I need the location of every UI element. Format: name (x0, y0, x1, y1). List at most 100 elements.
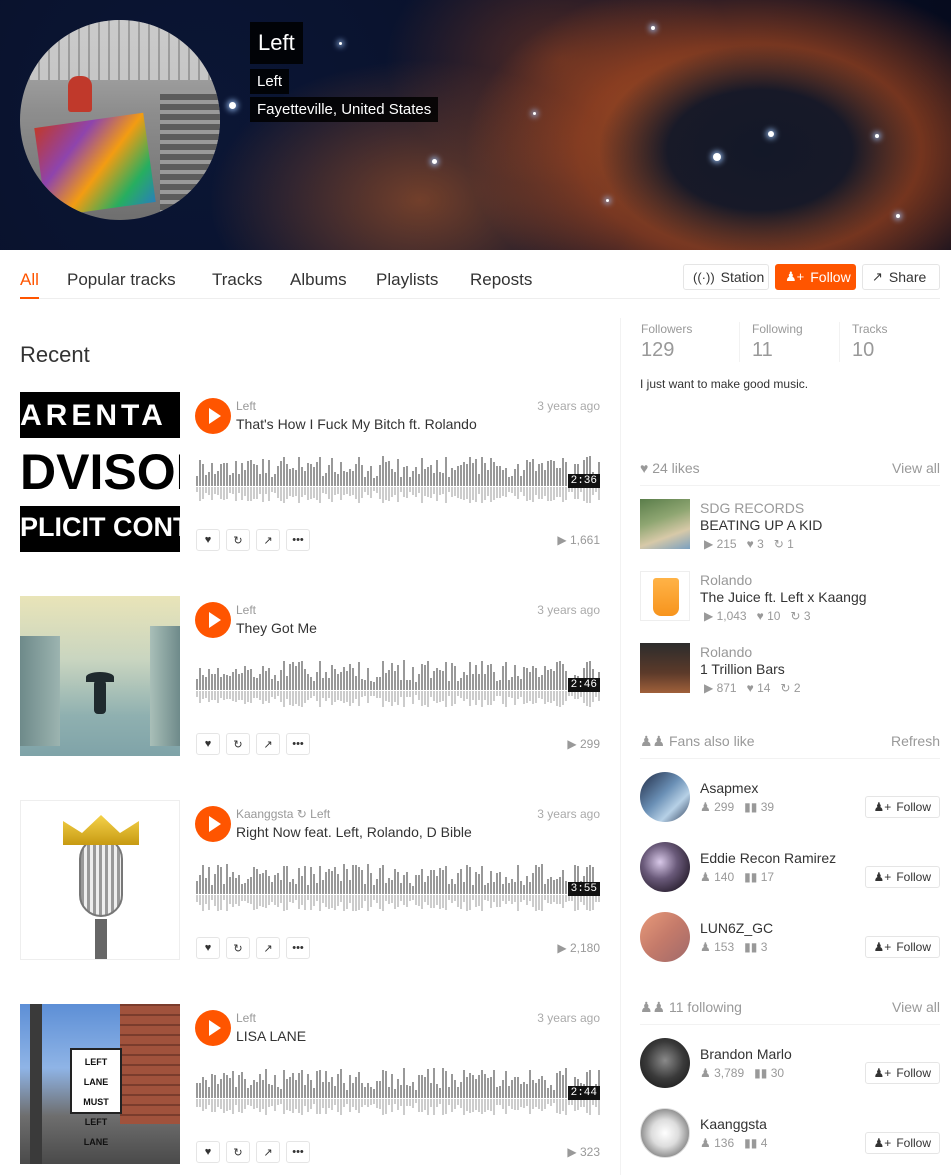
play-button[interactable] (195, 1010, 231, 1046)
follow-user-button[interactable]: ♟+ Follow (864, 1132, 940, 1154)
avatar[interactable] (640, 912, 690, 962)
follow-user-button[interactable]: ♟+ Follow (864, 796, 940, 818)
play-button[interactable] (195, 806, 231, 842)
more-button[interactable]: ••• (286, 937, 310, 959)
followed-user[interactable]: Brandon Marlo ♟ 3,789 ▮▮ 30 ♟+ Follow (640, 1038, 940, 1090)
liked-track[interactable]: SDG RECORDS BEATING UP A KID ▶ 215 ♥ 3 ↻… (640, 499, 940, 551)
play-button[interactable] (195, 398, 231, 434)
waveform[interactable]: 3:55 (196, 860, 600, 912)
track-title[interactable]: Right Now feat. Left, Rolando, D Bible (236, 824, 472, 840)
follow-user-button[interactable]: ♟+ Follow (864, 1062, 940, 1084)
suggested-user[interactable]: LUN6Z_GC ♟ 153 ▮▮ 3 ♟+ Follow (640, 912, 940, 964)
waveform[interactable]: 2:46 (196, 656, 600, 708)
tab-albums[interactable]: Albums (290, 270, 347, 299)
more-button[interactable]: ••• (286, 529, 310, 551)
liked-track-artwork[interactable] (640, 571, 690, 621)
share-track-button[interactable]: ↗ (256, 1141, 280, 1163)
waveform-bar (385, 882, 387, 894)
repost-button[interactable]: ↻ (226, 937, 250, 959)
liked-track-user[interactable]: SDG RECORDS (700, 500, 804, 516)
follow-user-button[interactable]: ♟+ Follow (864, 866, 940, 888)
track-artwork[interactable] (20, 596, 180, 756)
likes-view-all[interactable]: View all (892, 460, 940, 476)
liked-track-artwork[interactable] (640, 643, 690, 693)
user-name[interactable]: Kaanggsta (700, 1116, 767, 1132)
waveform-bar (409, 1085, 411, 1098)
tab-reposts[interactable]: Reposts (470, 270, 532, 299)
suggested-user[interactable]: Eddie Recon Ramirez ♟ 140 ▮▮ 17 ♟+ Follow (640, 842, 940, 894)
track-title[interactable]: They Got Me (236, 620, 317, 636)
waveform-bar (313, 1088, 315, 1098)
repost-button[interactable]: ↻ (226, 529, 250, 551)
liked-track[interactable]: Rolando The Juice ft. Left x Kaangg ▶ 1,… (640, 571, 940, 623)
star-decoration (768, 131, 774, 137)
waveform-bar (508, 691, 510, 697)
waveform-bar (514, 1099, 516, 1111)
repost-button[interactable]: ↻ (226, 1141, 250, 1163)
track-user[interactable]: Left (236, 603, 256, 617)
stat-following[interactable]: Following 11 (752, 322, 803, 364)
fans-refresh[interactable]: Refresh (891, 733, 940, 749)
suggested-user[interactable]: Asapmex ♟ 299 ▮▮ 39 ♟+ Follow (640, 772, 940, 824)
waveform[interactable]: 2:36 (196, 452, 600, 504)
repost-button[interactable]: ↻ (226, 733, 250, 755)
follow-button[interactable]: ♟+ Follow (775, 264, 856, 290)
track-title[interactable]: That's How I Fuck My Bitch ft. Rolando (236, 416, 477, 432)
waveform-bar (562, 895, 564, 909)
like-button[interactable]: ♥ (196, 937, 220, 959)
followed-user[interactable]: Kaanggsta ♟ 136 ▮▮ 4 ♟+ Follow (640, 1108, 940, 1160)
track-title[interactable]: LISA LANE (236, 1028, 306, 1044)
share-button[interactable]: ↗ Share (862, 264, 940, 290)
tab-popular-tracks[interactable]: Popular tracks (67, 270, 176, 299)
user-name[interactable]: Asapmex (700, 780, 758, 796)
like-button[interactable]: ♥ (196, 1141, 220, 1163)
avatar[interactable] (640, 1108, 690, 1158)
waveform-bar (367, 691, 369, 704)
user-name[interactable]: Eddie Recon Ramirez (700, 850, 836, 866)
tab-all[interactable]: All (20, 270, 39, 299)
like-button[interactable]: ♥ (196, 529, 220, 551)
liked-track-title[interactable]: BEATING UP A KID (700, 517, 822, 533)
track-artwork[interactable]: ARENTA DVISOR PLICIT CONTE (20, 392, 180, 552)
track-artwork[interactable] (20, 800, 180, 960)
user-name[interactable]: LUN6Z_GC (700, 920, 773, 936)
profile-avatar[interactable] (20, 20, 220, 220)
liked-track[interactable]: Rolando 1 Trillion Bars ▶ 871 ♥ 14 ↻ 2 (640, 643, 940, 695)
waveform-bar (451, 895, 453, 904)
liked-track-title[interactable]: 1 Trillion Bars (700, 661, 785, 677)
stat-tracks[interactable]: Tracks 10 (852, 322, 888, 364)
track-user[interactable]: Left (236, 1011, 256, 1025)
liked-track-user[interactable]: Rolando (700, 644, 752, 660)
follow-user-button[interactable]: ♟+ Follow (864, 936, 940, 958)
share-track-button[interactable]: ↗ (256, 937, 280, 959)
waveform[interactable]: 2:44 (196, 1064, 600, 1116)
track-user[interactable]: Left (236, 399, 256, 413)
stat-followers[interactable]: Followers 129 (641, 322, 692, 364)
waveform-bar (238, 895, 240, 906)
share-track-button[interactable]: ↗ (256, 733, 280, 755)
waveform-bar (493, 487, 495, 501)
waveform-bar (253, 464, 255, 486)
share-track-button[interactable]: ↗ (256, 529, 280, 551)
liked-track-user[interactable]: Rolando (700, 572, 752, 588)
more-button[interactable]: ••• (286, 1141, 310, 1163)
like-button[interactable]: ♥ (196, 733, 220, 755)
waveform-bar (232, 672, 234, 690)
play-button[interactable] (195, 602, 231, 638)
following-view-all[interactable]: View all (892, 999, 940, 1015)
avatar[interactable] (640, 772, 690, 822)
waveform-bar (427, 691, 429, 708)
tab-tracks[interactable]: Tracks (212, 270, 262, 299)
station-button[interactable]: ((·)) Station (683, 264, 769, 290)
track-artwork[interactable]: LEFT LANE MUST LEFT LANE (20, 1004, 180, 1164)
more-button[interactable]: ••• (286, 733, 310, 755)
tab-playlists[interactable]: Playlists (376, 270, 438, 299)
liked-track-artwork[interactable] (640, 499, 690, 549)
reposted-by[interactable]: Left (310, 807, 330, 821)
avatar[interactable] (640, 1038, 690, 1088)
liked-track-title[interactable]: The Juice ft. Left x Kaangg (700, 589, 867, 605)
track-user-link[interactable]: Kaanggsta (236, 807, 293, 821)
waveform-bar (346, 472, 348, 486)
avatar[interactable] (640, 842, 690, 892)
user-name[interactable]: Brandon Marlo (700, 1046, 792, 1062)
